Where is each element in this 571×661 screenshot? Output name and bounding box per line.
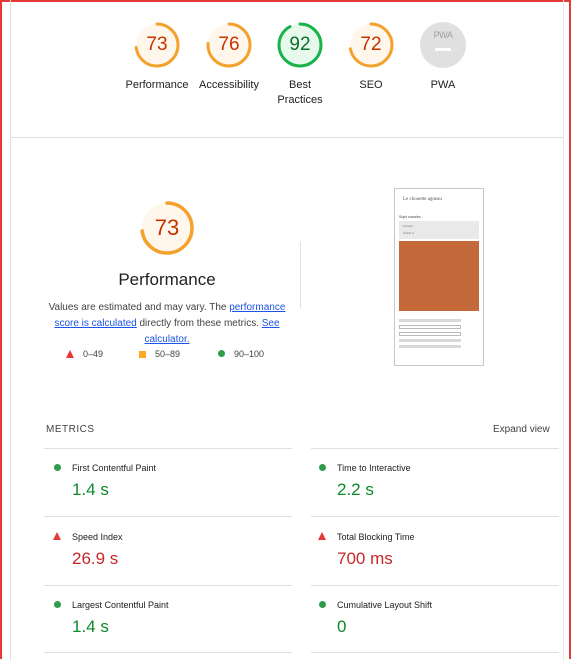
pass-circle-icon: [318, 601, 326, 608]
metric-value: 26.9 s: [72, 549, 119, 568]
performance-big-ring: 73: [139, 200, 195, 256]
metric-first-contentful-paint: First Contentful Paint 1.4 s: [53, 462, 302, 500]
fail-triangle-icon: [53, 532, 61, 540]
final-screenshot-thumbnail[interactable]: Le chouette agneau Sujet sociales : Accu…: [394, 188, 484, 366]
metrics-divider: [44, 516, 292, 517]
metric-time-to-interactive: Time to Interactive 2.2 s: [318, 462, 567, 500]
metric-name: Time to Interactive: [337, 463, 411, 473]
performance-score: 73: [146, 34, 168, 55]
pass-circle-icon: [53, 464, 61, 471]
legend-pass: 90–100: [218, 349, 264, 359]
metrics-divider: [44, 652, 292, 653]
thumbnail-list-item: Accueil: [403, 224, 413, 228]
score-legend: 0–49 50–89 90–100: [0, 349, 300, 363]
metrics-divider: [311, 652, 559, 653]
metric-value: 1.4 s: [72, 480, 109, 499]
metric-value: 2.2 s: [337, 480, 374, 499]
metric-name: First Contentful Paint: [72, 463, 157, 473]
performance-score-ring: 73: [134, 22, 180, 68]
metrics-title: METRICS: [46, 424, 95, 435]
metric-name: Largest Contentful Paint: [72, 600, 169, 610]
metric-cumulative-layout-shift: Cumulative Layout Shift 0: [318, 599, 567, 637]
pwa-badge: PWA: [420, 22, 466, 68]
pwa-badge-text: PWA: [433, 30, 453, 40]
desc-prefix: Values are estimated and may vary. The: [48, 302, 230, 313]
metrics-divider: [311, 516, 559, 517]
red-triangle-icon: [66, 350, 74, 358]
gauge-pwa[interactable]: PWA PWA: [398, 22, 488, 93]
pwa-badge-dash: [435, 48, 451, 51]
metrics-divider: [311, 585, 559, 586]
thumbnail-list-item: Article 2: [403, 231, 414, 235]
metric-name: Cumulative Layout Shift: [337, 600, 433, 610]
best-practices-score: 92: [289, 34, 311, 55]
desc-middle: directly from these metrics.: [136, 318, 262, 329]
metric-value: 1.4 s: [72, 617, 109, 636]
metric-total-blocking-time: Total Blocking Time 700 ms: [318, 531, 567, 569]
metric-value: 0: [337, 617, 347, 636]
green-circle-icon: [218, 350, 225, 357]
accessibility-score: 76: [218, 34, 240, 55]
legend-fail: 0–49: [66, 349, 103, 359]
summary-vertical-divider: [300, 242, 301, 308]
header-divider: [11, 137, 563, 138]
metrics-divider: [44, 585, 292, 586]
performance-title: Performance: [118, 270, 216, 289]
performance-description: Values are estimated and may vary. The p…: [44, 300, 290, 348]
thumbnail-form-lines: [399, 319, 461, 351]
metric-value: 700 ms: [337, 549, 393, 568]
best-practices-score-ring: 92: [277, 22, 323, 68]
seo-score-ring: 72: [348, 22, 394, 68]
metric-name: Speed Index: [72, 532, 123, 542]
metric-largest-contentful-paint: Largest Contentful Paint 1.4 s: [53, 599, 302, 637]
metric-speed-index: Speed Index 26.9 s: [53, 531, 302, 569]
orange-square-icon: [139, 351, 146, 358]
legend-average: 50–89: [139, 349, 180, 359]
pass-circle-icon: [318, 464, 326, 471]
legend-fail-label: 0–49: [83, 349, 104, 359]
pass-circle-icon: [53, 601, 61, 608]
best-practices-label-line2: Practices: [277, 94, 323, 106]
fail-triangle-icon: [318, 532, 326, 540]
expand-view-toggle[interactable]: Expand view: [493, 424, 550, 435]
performance-big-score: 73: [154, 215, 180, 240]
thumbnail-heading: Le chouette agneau: [403, 197, 442, 202]
metric-name: Total Blocking Time: [337, 532, 415, 542]
metrics-divider: [311, 448, 559, 449]
thumbnail-list: Accueil Article 2: [399, 221, 479, 239]
seo-score: 72: [360, 34, 382, 55]
thumbnail-image: [399, 241, 479, 311]
legend-average-label: 50–89: [155, 349, 181, 359]
accessibility-score-ring: 76: [206, 22, 252, 68]
legend-pass-label: 90–100: [234, 349, 265, 359]
metrics-divider: [44, 448, 292, 449]
pwa-label: PWA: [430, 79, 456, 91]
score-gauges: 73 Performance 76 Accessibility 92 Best …: [0, 22, 571, 132]
thumbnail-subheading: Sujet sociales :: [399, 215, 423, 219]
